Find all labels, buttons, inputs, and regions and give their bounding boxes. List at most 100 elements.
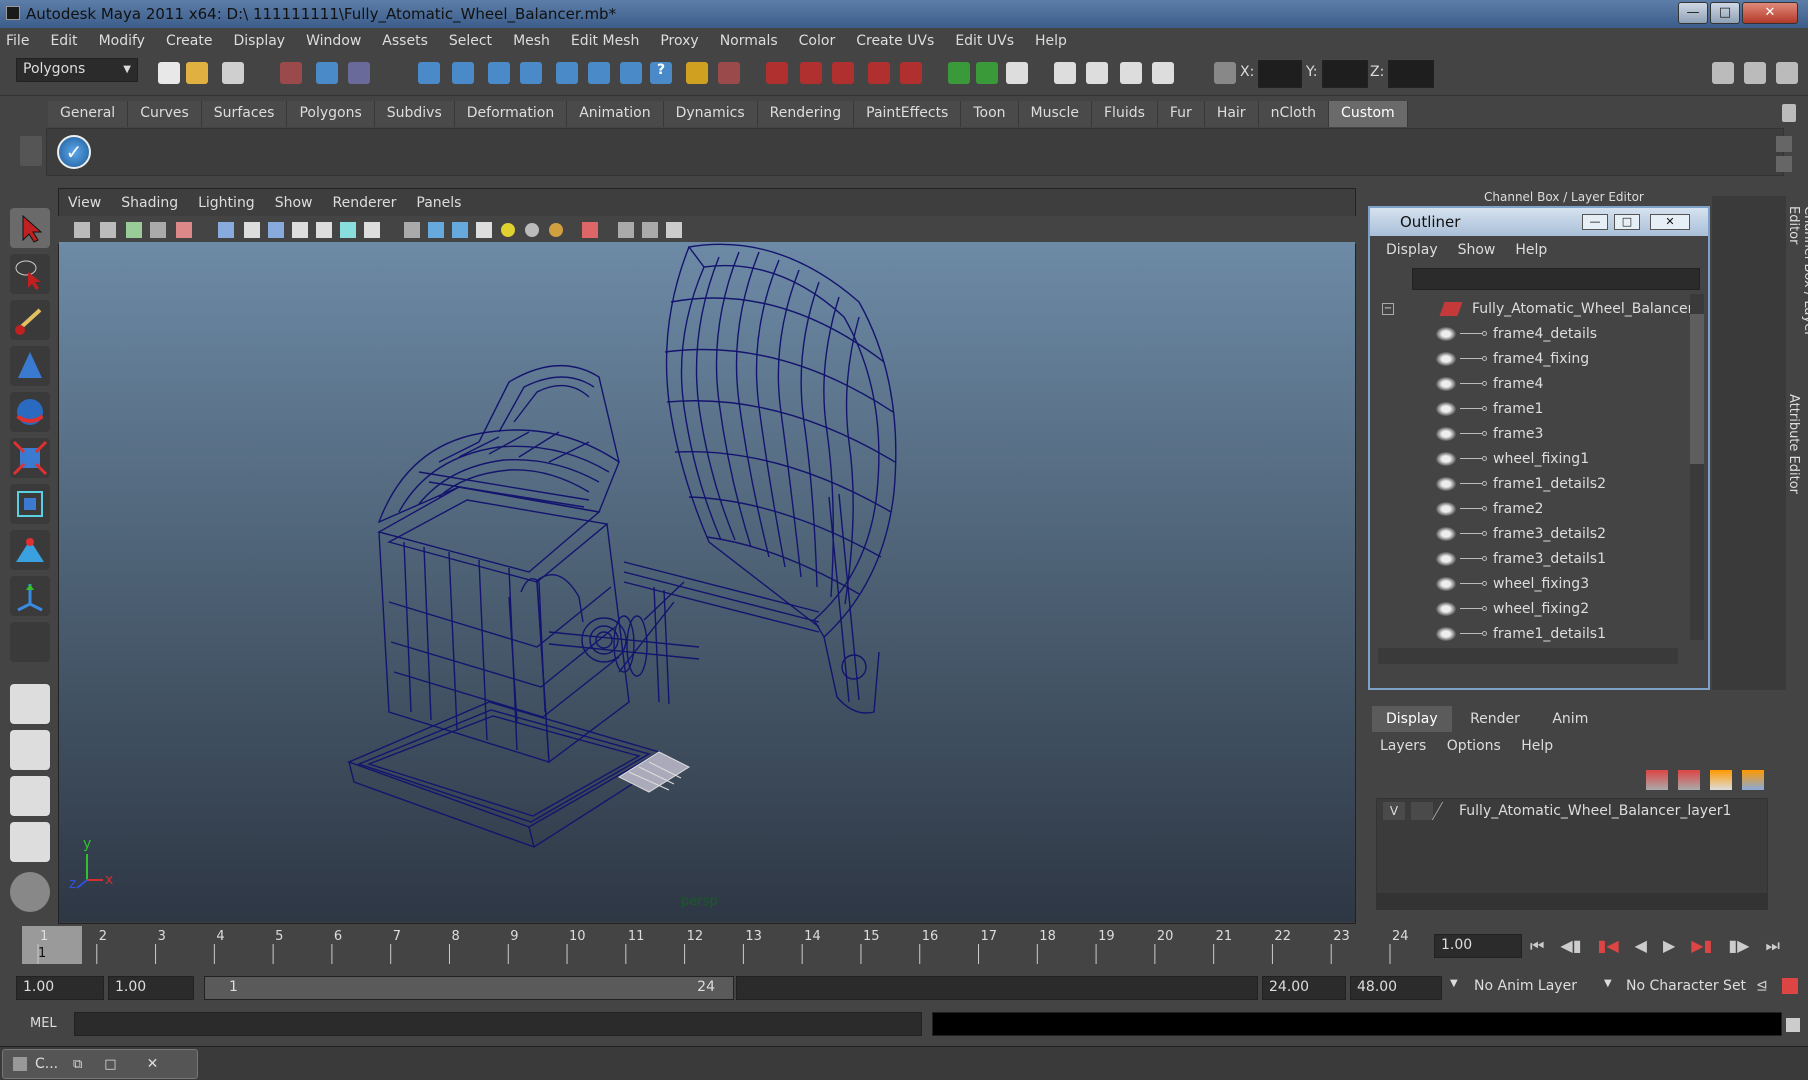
menu-color[interactable]: Color: [799, 33, 836, 49]
menu-help[interactable]: Help: [1035, 33, 1067, 49]
outliner-vscroll[interactable]: [1690, 294, 1704, 640]
range-track[interactable]: [736, 976, 1258, 1000]
menu-edit-uvs[interactable]: Edit UVs: [955, 33, 1014, 49]
history-icon[interactable]: [766, 62, 788, 84]
layer-tab-display[interactable]: Display: [1372, 706, 1452, 732]
viewport-menu-lighting[interactable]: Lighting: [198, 195, 255, 211]
outliner-minimize-button[interactable]: —: [1582, 214, 1608, 230]
outliner-maximize-button[interactable]: □: [1614, 214, 1640, 230]
lock-icon[interactable]: [686, 62, 708, 84]
start-time-field[interactable]: 1.00: [16, 976, 104, 1000]
outliner-item[interactable]: frame3_details2: [1370, 521, 1708, 546]
attribute-editor-side-tab[interactable]: Attribute Editor: [1786, 394, 1801, 514]
go-to-start-icon[interactable]: ⏮: [1530, 936, 1544, 956]
snap-point-icon[interactable]: [488, 62, 510, 84]
grid-toggle-icon[interactable]: [1086, 62, 1108, 84]
shelf-options-icon[interactable]: [20, 136, 42, 166]
layer-visibility-toggle[interactable]: V: [1383, 802, 1405, 820]
step-forward-icon[interactable]: ▮▶: [1728, 936, 1749, 956]
scale-tool-icon[interactable]: [10, 438, 50, 478]
outliner-layout-icon[interactable]: [10, 776, 50, 816]
outliner-item[interactable]: frame1_details1: [1370, 621, 1708, 646]
shelf-scroll-down-icon[interactable]: [1776, 156, 1792, 172]
minimize-button[interactable]: —: [1678, 2, 1708, 24]
layer-color-swatch[interactable]: [1431, 802, 1459, 820]
shelf-tab-custom[interactable]: Custom: [1329, 101, 1408, 127]
menu-window[interactable]: Window: [306, 33, 361, 49]
outliner-item[interactable]: wheel_fixing3: [1370, 571, 1708, 596]
select-object-icon[interactable]: [316, 62, 338, 84]
channel-box-side-tab[interactable]: Channel Box / Layer Editor: [1786, 206, 1808, 376]
check-shelf-icon[interactable]: ✓: [57, 135, 91, 169]
layer-hscroll[interactable]: [1377, 893, 1767, 909]
select-hierarchy-icon[interactable]: [280, 62, 302, 84]
outliner-item[interactable]: frame1: [1370, 396, 1708, 421]
go-to-end-icon[interactable]: ⏭: [1765, 936, 1779, 956]
transform-input-icon[interactable]: [1214, 62, 1236, 84]
viewport-menu-view[interactable]: View: [68, 195, 101, 211]
shelf-tab-toon[interactable]: Toon: [961, 101, 1019, 127]
layer-remove-icon[interactable]: [1742, 770, 1764, 790]
prev-key-icon[interactable]: ▮◀: [1598, 936, 1619, 956]
paint-select-tool-icon[interactable]: [10, 300, 50, 340]
script-editor-icon[interactable]: [1786, 1018, 1800, 1032]
snap-grid-icon[interactable]: [418, 62, 440, 84]
layer-menu-options[interactable]: Options: [1447, 738, 1501, 754]
outliner-item[interactable]: frame4: [1370, 371, 1708, 396]
outliner-hscroll[interactable]: [1378, 648, 1678, 664]
menu-select[interactable]: Select: [449, 33, 492, 49]
outliner-item[interactable]: frame3_details1: [1370, 546, 1708, 571]
end-time-field[interactable]: 48.00: [1350, 976, 1442, 1000]
lasso-tool-icon[interactable]: [10, 254, 50, 294]
command-input[interactable]: [74, 1012, 922, 1036]
viewport-menu-panels[interactable]: Panels: [416, 195, 461, 211]
key-icon[interactable]: ⊴: [1756, 978, 1768, 994]
shelf-tab-muscle[interactable]: Muscle: [1018, 101, 1092, 127]
play-forward-icon[interactable]: ▶: [1663, 936, 1675, 956]
tool-settings-toggle-icon[interactable]: [1744, 62, 1766, 84]
new-layer-icon[interactable]: [1646, 770, 1668, 790]
collapse-icon[interactable]: −: [1382, 302, 1394, 315]
y-input[interactable]: [1322, 60, 1368, 88]
playback-start-field[interactable]: 1.00: [108, 976, 194, 1000]
outliner-filter-input[interactable]: [1412, 268, 1700, 290]
snap-live-icon[interactable]: [556, 62, 578, 84]
ipr-render-icon[interactable]: [976, 62, 998, 84]
menu-normals[interactable]: Normals: [720, 33, 778, 49]
menu-mesh[interactable]: Mesh: [513, 33, 550, 49]
shelf-tab-polygons[interactable]: Polygons: [287, 101, 375, 127]
help-icon[interactable]: ?: [650, 62, 672, 84]
move-tool-icon[interactable]: [10, 346, 50, 386]
save-scene-icon[interactable]: [222, 62, 244, 84]
viewport-menu-show[interactable]: Show: [275, 195, 313, 211]
layer-tab-anim[interactable]: Anim: [1538, 706, 1602, 732]
outliner-item[interactable]: wheel_fixing1: [1370, 446, 1708, 471]
shelf-tab-animation[interactable]: Animation: [567, 101, 664, 127]
layer-type-toggle[interactable]: [1411, 802, 1433, 820]
mode-selector[interactable]: Polygons ▼: [16, 58, 138, 82]
outliner-item[interactable]: frame1_details2: [1370, 471, 1708, 496]
shelf-tab-fur[interactable]: Fur: [1157, 101, 1205, 127]
snap-curve-icon[interactable]: [452, 62, 474, 84]
outliner-item[interactable]: frame4_fixing: [1370, 346, 1708, 371]
open-scene-icon[interactable]: [186, 62, 208, 84]
menu-create[interactable]: Create: [166, 33, 213, 49]
outliner-menu-help[interactable]: Help: [1515, 242, 1547, 258]
outliner-close-button[interactable]: ✕: [1650, 214, 1690, 230]
close-button[interactable]: ✕: [1742, 2, 1798, 24]
attribute-editor-toggle-icon[interactable]: [1712, 62, 1734, 84]
shelf-trash-icon[interactable]: [1782, 104, 1796, 122]
range-slider[interactable]: 1 24: [204, 976, 734, 1000]
render-current-icon[interactable]: [900, 62, 922, 84]
layer-tab-render[interactable]: Render: [1456, 706, 1534, 732]
3d-scene[interactable]: y x z persp: [59, 242, 1355, 922]
layer-menu-layers[interactable]: Layers: [1380, 738, 1426, 754]
shelf-tab-dynamics[interactable]: Dynamics: [663, 101, 758, 127]
outliner-root-row[interactable]: − Fully_Atomatic_Wheel_Balancer: [1370, 296, 1708, 321]
minimized-restore-icon[interactable]: ⧉: [73, 1057, 82, 1072]
new-scene-icon[interactable]: [158, 62, 180, 84]
outliner-item[interactable]: wheel_fixing2: [1370, 596, 1708, 621]
shelf-tab-deformation[interactable]: Deformation: [454, 101, 568, 127]
shelf-tab-fluids[interactable]: Fluids: [1092, 101, 1158, 127]
construction-history-icon[interactable]: [800, 62, 822, 84]
